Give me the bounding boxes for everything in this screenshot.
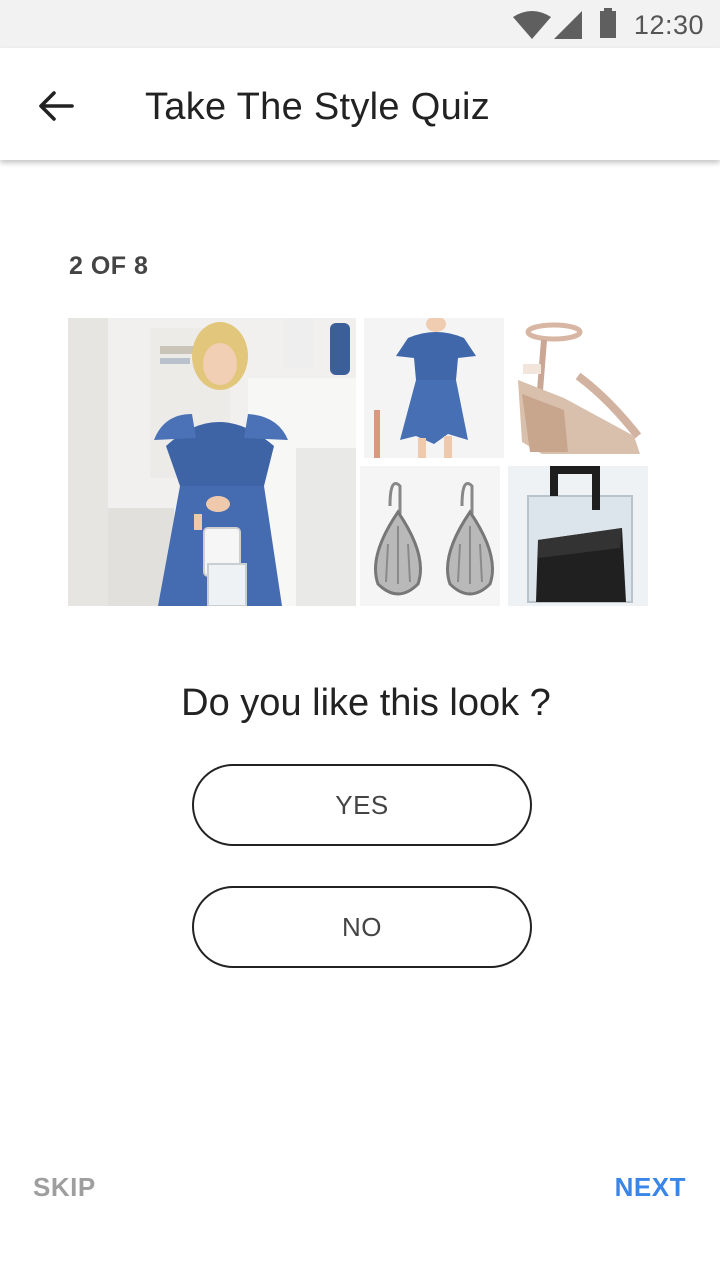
yes-button[interactable]: YES [192,764,532,846]
look-main-photo [68,318,356,606]
signal-icon [554,11,582,39]
back-button[interactable] [24,78,88,134]
wifi-icon [513,11,551,39]
yes-button-label: YES [335,789,389,820]
clear-tote-bag-photo [508,466,648,606]
no-button[interactable]: NO [192,886,532,968]
next-button[interactable]: NEXT [615,1172,686,1203]
page-title: Take The Style Quiz [145,86,491,128]
app-bar: Take The Style Quiz [0,48,720,160]
quiz-progress-label: 2 OF 8 [69,252,149,280]
silver-earrings-photo [360,466,500,606]
no-button-label: NO [342,911,382,942]
wedge-sandal-photo [508,318,648,458]
denim-dress-photo [364,318,504,458]
status-bar: 12:30 [0,0,720,48]
quiz-question: Do you like this look ? [181,682,551,724]
status-time: 12:30 [633,10,704,40]
arrow-back-icon [39,91,74,121]
skip-button[interactable]: SKIP [33,1172,96,1203]
battery-icon [600,8,616,38]
